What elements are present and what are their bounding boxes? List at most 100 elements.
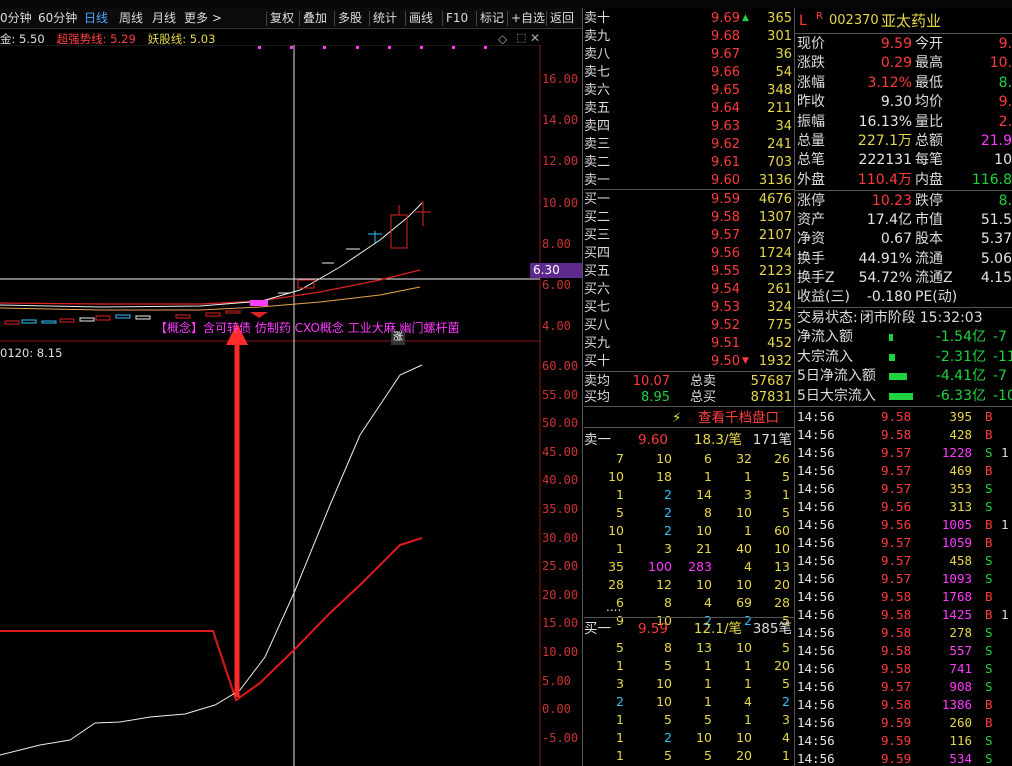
tick-row: 14:56 9.57 353 S	[797, 480, 1012, 498]
quote-level[interactable]: 买一 9.59 4676	[584, 191, 794, 208]
queue-row: 5 8 13 10 5	[584, 640, 796, 656]
divider	[582, 8, 583, 766]
stat-value: 21.9	[980, 133, 1012, 149]
quote-level[interactable]: 卖四 9.63 34	[584, 118, 794, 135]
quote-level[interactable]: 卖十 9.69 ▲ 365	[584, 10, 794, 27]
more-menu[interactable]: 更多 >	[184, 9, 222, 28]
tab-60min[interactable]: 60分钟	[38, 9, 77, 28]
draw-button[interactable]: 画线	[409, 9, 433, 28]
f10-button[interactable]: F10	[446, 9, 468, 28]
kline-chart[interactable]	[0, 45, 582, 766]
queue-cell: 1	[744, 658, 752, 673]
queue-cell: 1	[616, 541, 624, 556]
quote-level[interactable]: 卖三 9.62 241	[584, 136, 794, 153]
stat-value: 5.06	[980, 250, 1012, 267]
toolbar-divider	[507, 11, 508, 26]
stat-value: 0.67	[880, 231, 912, 248]
toolbar-divider	[369, 11, 370, 26]
back-button[interactable]: 返回	[550, 9, 574, 28]
mark-button[interactable]: 标记	[480, 9, 504, 28]
stat-value: 222131	[858, 152, 912, 169]
quote-level[interactable]: 卖八 9.67 36	[584, 46, 794, 63]
level-label: 买二	[584, 210, 611, 225]
queue-cell: 5	[664, 658, 672, 673]
tick-volume: 428	[949, 427, 972, 442]
queue-cell: 35	[608, 559, 624, 574]
thousand-depth-link[interactable]: ⚡ 查看千档盘口	[584, 406, 794, 428]
tab-daily[interactable]: 日线	[84, 9, 108, 28]
stock-header[interactable]: L R 002370 亚太药业	[797, 10, 1012, 32]
quote-level[interactable]: 卖七 9.66 54	[584, 64, 794, 81]
expand-icon[interactable]: ⬚	[516, 31, 526, 44]
close-icon[interactable]: ✕	[530, 31, 540, 45]
stat-label: 换手Z	[797, 269, 835, 286]
tick-side: B	[985, 517, 993, 532]
indicator-axis-label: 20.00	[542, 587, 579, 602]
queue-cell: 8	[664, 595, 672, 610]
queue-cell: 5	[616, 640, 624, 655]
level-volume: 1932	[758, 354, 792, 369]
queue-cell: 7	[616, 451, 624, 466]
level-volume: 36	[775, 47, 792, 62]
tick-volume: 458	[949, 553, 972, 568]
tab-monthly[interactable]: 月线	[152, 9, 176, 28]
stat-value: 17.4亿	[866, 212, 912, 229]
tick-price: 9.58	[881, 643, 912, 658]
level-label: 卖十	[584, 11, 611, 26]
queue-cell: 2	[664, 730, 672, 745]
quote-level[interactable]: 买六 9.54 261	[584, 281, 794, 298]
quote-level[interactable]: 卖五 9.64 211	[584, 100, 794, 117]
tick-volume: 1768	[941, 589, 972, 604]
quote-level[interactable]: 买七 9.53 324	[584, 299, 794, 316]
tab-weekly[interactable]: 周线	[119, 9, 143, 28]
tick-price: 9.57	[881, 445, 912, 460]
queue-avg: 18.3/笔	[693, 432, 742, 448]
quote-level[interactable]: 买五 9.55 2123	[584, 263, 794, 280]
queue-cell: 20	[736, 748, 752, 763]
flow-extra: -11	[993, 348, 1012, 365]
level-label: 卖三	[584, 137, 611, 152]
quote-level[interactable]: 卖九 9.68 301	[584, 28, 794, 45]
signal-dot	[323, 46, 326, 49]
stat-label: 资产	[797, 212, 825, 229]
tab-minutes[interactable]: 0分钟	[0, 9, 32, 28]
tick-volume: 1425	[941, 607, 972, 622]
chart-toolbar: 0分钟 60分钟 日线 周线 月线 更多 > 复权 叠加 多股 统计 画线 F10 标记 +自选 返回	[0, 8, 582, 29]
restore-button[interactable]: 复权	[270, 9, 294, 28]
quote-level[interactable]: 买十 9.50 ▼ 1932	[584, 353, 794, 370]
stat-value: 10.23	[871, 193, 912, 209]
add-favorite-button[interactable]: +自选	[511, 9, 545, 28]
indicator-axis-label: 50.00	[542, 416, 579, 431]
indicator-value: 金: 5.50	[0, 32, 45, 46]
quote-level[interactable]: 买三 9.57 2107	[584, 227, 794, 244]
flow-row: 5日大宗流入 -6.33亿 -10	[797, 387, 1012, 406]
quote-level[interactable]: 卖二 9.61 703	[584, 154, 794, 171]
level-price: 9.59	[711, 192, 740, 207]
tick-time: 14:56	[797, 733, 835, 748]
queue-cell: 6	[704, 451, 712, 466]
multi-stock-button[interactable]: 多股	[338, 9, 362, 28]
stats-button[interactable]: 统计	[373, 9, 397, 28]
tick-price: 9.59	[881, 715, 912, 730]
diamond-icon[interactable]: ◇	[498, 32, 507, 46]
quote-level[interactable]: 卖一 9.60 3136	[584, 172, 794, 189]
tick-time: 14:56	[797, 625, 835, 640]
queue-cell: 2	[616, 694, 624, 709]
stat-label: 今开	[915, 36, 943, 52]
quote-level[interactable]: 买二 9.58 1307	[584, 209, 794, 226]
tick-side: B	[985, 589, 993, 604]
queue-cell: 1	[744, 469, 752, 484]
queue-row: 3 10 1 1 5	[584, 676, 796, 692]
queue-cell: 14	[696, 487, 712, 502]
quote-level[interactable]: 买八 9.52 775	[584, 317, 794, 334]
quote-level[interactable]: 卖六 9.65 348	[584, 82, 794, 99]
quote-level[interactable]: 买四 9.56 1724	[584, 245, 794, 262]
concept-text[interactable]: 【概念】含可转债 仿制药 CXO概念 工业大麻 幽门螺杆菌	[155, 319, 460, 336]
queue-row: 1 5 5 1 3	[584, 712, 796, 728]
quote-level[interactable]: 买九 9.51 452	[584, 335, 794, 352]
stat-row: 涨跌 0.29 最高 10.	[797, 54, 1012, 73]
overlay-button[interactable]: 叠加	[303, 9, 327, 28]
queue-cell: 5	[664, 748, 672, 763]
tick-time: 14:56	[797, 697, 835, 712]
ma-line-red	[0, 269, 421, 305]
